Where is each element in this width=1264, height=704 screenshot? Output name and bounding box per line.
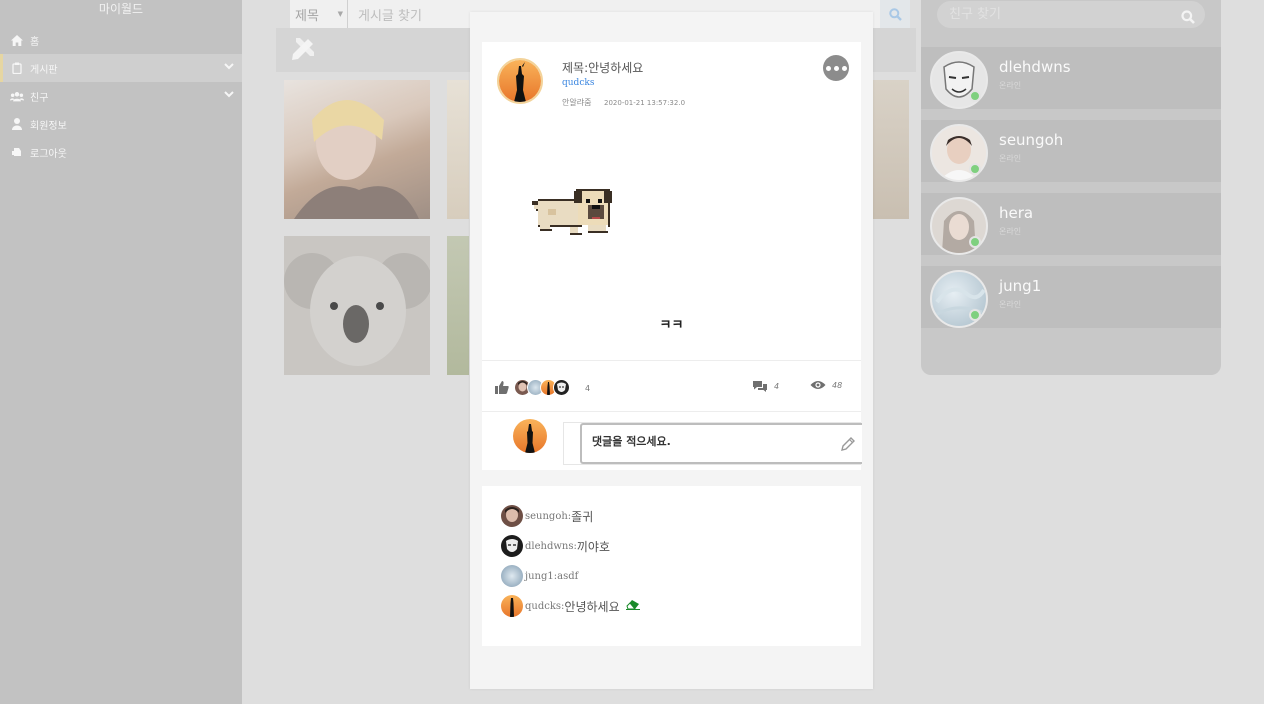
logout-icon <box>10 145 24 159</box>
avatar <box>930 197 988 255</box>
sidebar-item-label: 로그아웃 <box>30 148 67 160</box>
dropdown-arrow-icon: ▼ <box>337 10 343 18</box>
comment-input[interactable]: 댓글을 적으세요. <box>580 423 862 464</box>
board-photo-tile[interactable] <box>873 80 909 219</box>
friend-status: 온라인 <box>999 154 1022 163</box>
view-count: 48 <box>832 380 843 390</box>
chevron-down-icon[interactable] <box>224 90 234 101</box>
friend-status: 온라인 <box>999 300 1022 309</box>
avatar <box>930 124 988 182</box>
more-options-button[interactable] <box>823 55 849 81</box>
post-author-link[interactable]: qudcks <box>562 78 594 88</box>
avatar <box>930 270 988 328</box>
search-icon <box>888 7 902 21</box>
write-icon[interactable] <box>290 34 318 66</box>
friends-panel: 친구 찾기 dlehdwns 온라인 seungoh 온라인 hera 온라인 <box>921 0 1221 375</box>
comment-user[interactable]: qudcks: <box>525 601 564 612</box>
friend-search-input[interactable]: 친구 찾기 <box>937 1 1205 28</box>
chevron-down-icon[interactable] <box>224 62 234 73</box>
search-button[interactable] <box>880 0 910 28</box>
liker-avatar <box>553 379 570 396</box>
friend-status: 온라인 <box>999 81 1022 90</box>
current-user-avatar <box>513 419 547 453</box>
online-status-dot <box>969 309 981 321</box>
sidebar-item-home[interactable]: 홈 <box>0 26 242 54</box>
view-count-stat: 48 <box>810 380 842 390</box>
sidebar-item-label: 홈 <box>30 36 40 48</box>
comments-icon <box>753 381 767 392</box>
comment-user[interactable]: dlehdwns: <box>525 541 577 552</box>
post-detail-modal: 제목:안녕하세요 qudcks 안알랴줌 2020-01-21 13:57:32… <box>470 12 873 689</box>
online-status-dot <box>969 163 981 175</box>
comment-form: 댓글을 적으세요. <box>563 422 862 465</box>
friend-item[interactable]: hera 온라인 <box>921 193 1221 255</box>
home-icon <box>10 33 24 47</box>
eraser-icon[interactable] <box>625 599 640 613</box>
thumbs-up-icon[interactable] <box>495 379 509 398</box>
sidebar-item-label: 게시판 <box>30 64 58 76</box>
avatar <box>930 51 988 109</box>
friend-name: dlehdwns <box>999 58 1071 76</box>
brand-title: 마이월드 <box>98 2 144 16</box>
sidebar-item-board[interactable]: 게시판 <box>0 54 242 82</box>
author-avatar[interactable] <box>497 58 543 104</box>
board-photo-tile[interactable] <box>284 80 430 219</box>
sidebar-item-friends[interactable]: 친구 <box>0 82 242 110</box>
board-photo-tile[interactable] <box>284 236 430 375</box>
comment-item: jung1: asdf <box>501 565 578 587</box>
eye-icon <box>810 381 826 389</box>
online-status-dot <box>969 236 981 248</box>
comment-item: qudcks: 안녕하세요 <box>501 595 640 617</box>
board-photo-tile[interactable] <box>447 80 469 219</box>
post-meta: 안알랴줌 2020-01-21 13:57:32.0 <box>562 97 685 108</box>
post-title: 제목:안녕하세요 <box>562 61 644 75</box>
pencil-icon[interactable] <box>840 436 856 456</box>
search-icon[interactable] <box>1181 7 1195 34</box>
comment-item: seungoh: 졸귀 <box>501 505 593 527</box>
friend-name: seungoh <box>999 131 1064 149</box>
like-count: 4 <box>585 384 591 393</box>
friend-item[interactable]: seungoh 온라인 <box>921 120 1221 182</box>
post-body: ㅋㅋ <box>659 318 684 333</box>
comment-user[interactable]: seungoh: <box>525 511 571 522</box>
comments-list: seungoh: 졸귀 dlehdwns: 끼야호 jung1: asdf qu… <box>482 486 861 646</box>
comment-count: 4 <box>774 381 780 391</box>
avatar <box>501 535 523 557</box>
friend-item[interactable]: jung1 온라인 <box>921 266 1221 328</box>
more-icon <box>825 65 831 71</box>
avatar <box>501 565 523 587</box>
sidebar-item-profile[interactable]: 회원정보 <box>0 110 242 138</box>
comment-item: dlehdwns: 끼야호 <box>501 535 610 557</box>
friend-status: 온라인 <box>999 227 1022 236</box>
board-icon <box>10 61 24 75</box>
comment-text: 졸귀 <box>571 509 594 524</box>
comment-text: asdf <box>557 570 579 582</box>
online-status-dot <box>969 90 981 102</box>
sidebar-item-label: 회원정보 <box>30 120 67 132</box>
search-filter-select[interactable]: 제목 ▼ <box>290 0 348 28</box>
post-stats: 4 4 48 <box>482 360 861 412</box>
friend-name: jung1 <box>999 277 1042 295</box>
avatar <box>501 595 523 617</box>
board-photo-tile[interactable] <box>447 236 469 375</box>
post-card: 제목:안녕하세요 qudcks 안알랴줌 2020-01-21 13:57:32… <box>482 42 862 470</box>
comment-text: 끼야호 <box>576 539 610 554</box>
sidebar-item-label: 친구 <box>30 92 49 104</box>
user-icon <box>10 117 24 131</box>
sidebar-item-logout[interactable]: 로그아웃 <box>0 138 242 166</box>
avatar <box>501 505 523 527</box>
comment-text: 안녕하세요 <box>564 599 620 614</box>
friends-icon <box>10 89 24 103</box>
post-image <box>530 187 614 247</box>
post-mood: 안알랴줌 <box>562 98 592 107</box>
comment-count-stat: 4 <box>752 380 779 392</box>
friend-item[interactable]: dlehdwns 온라인 <box>921 47 1221 109</box>
sidebar: 마이월드 홈 게시판 친구 회원정보 로그아웃 <box>0 0 242 704</box>
post-date: 2020-01-21 13:57:32.0 <box>604 99 686 107</box>
friend-name: hera <box>999 204 1034 222</box>
comment-user[interactable]: jung1: <box>525 571 557 582</box>
